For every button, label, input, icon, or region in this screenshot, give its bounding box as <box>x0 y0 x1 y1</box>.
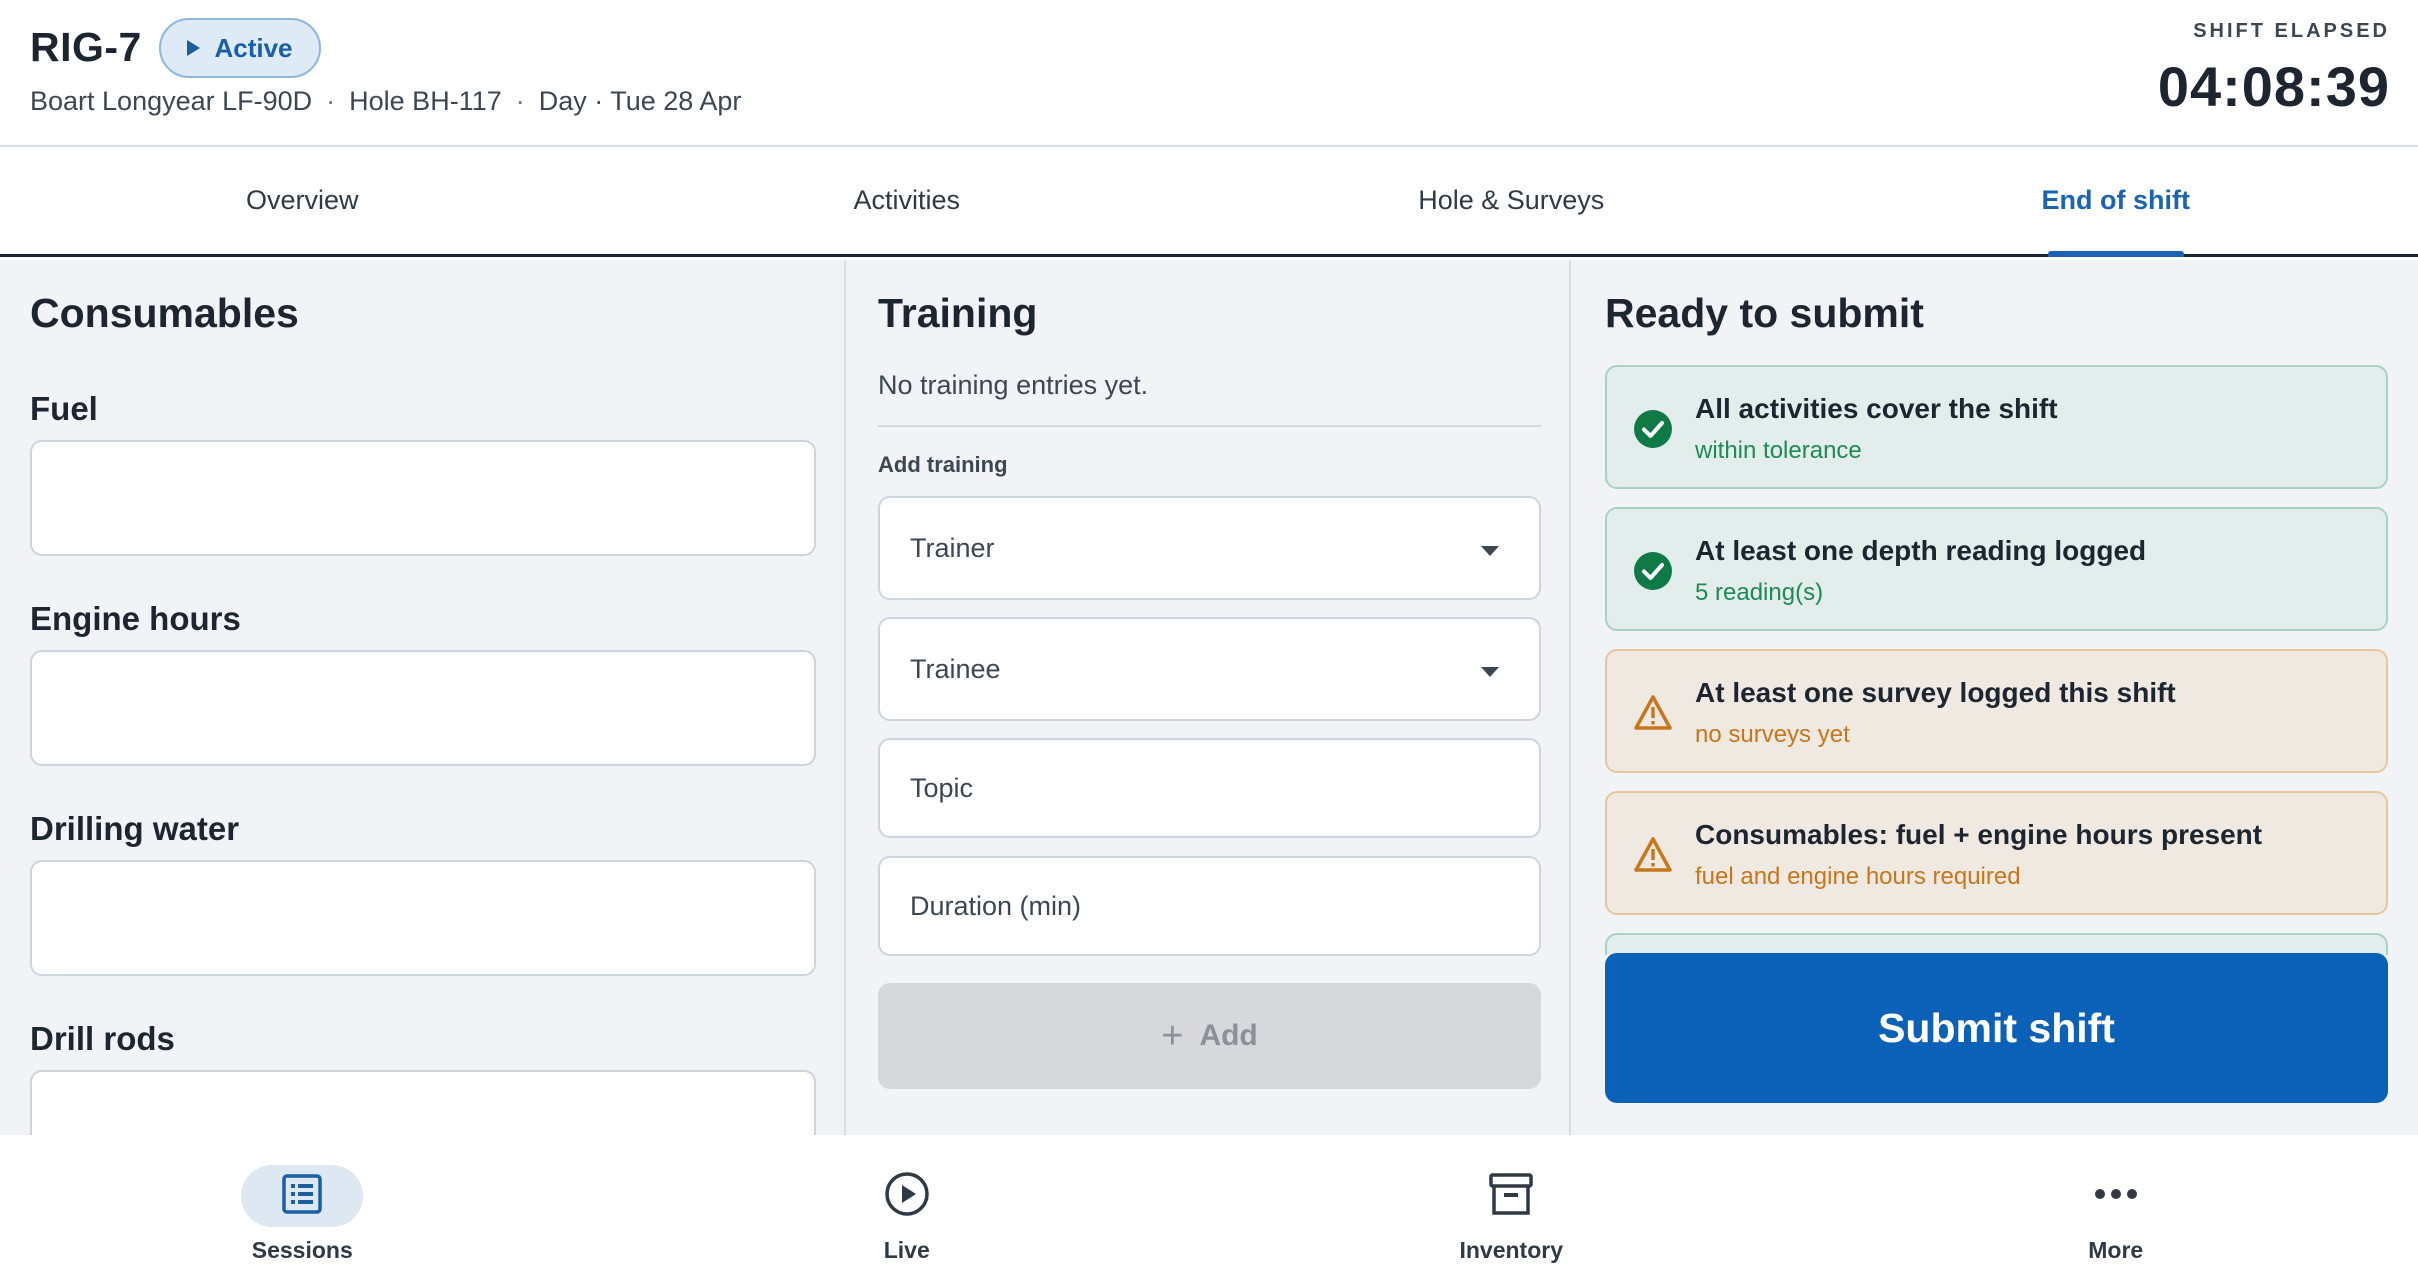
active-tab-indicator <box>2047 251 2184 257</box>
check-depth-reading: At least one depth reading logged 5 read… <box>1605 507 2388 631</box>
drill-rods-label: Drill rods <box>30 1020 175 1057</box>
bottom-nav: Sessions Live Inventory More <box>0 1135 2418 1278</box>
add-training-button[interactable]: + Add <box>878 983 1541 1089</box>
nav-icon-pill <box>1450 1165 1572 1227</box>
chevron-down-icon <box>1481 546 1499 556</box>
check-title: Consumables: fuel + engine hours present <box>1695 819 2263 850</box>
tab-bar: Overview Activities Hole & Surveys End o… <box>0 147 2418 257</box>
nav-label: Sessions <box>251 1237 353 1263</box>
submit-shift-button[interactable]: Submit shift <box>1605 953 2388 1103</box>
nav-label: Live <box>883 1237 930 1263</box>
add-training-label: Add training <box>878 452 1008 477</box>
rig-title: RIG-7 <box>30 24 142 70</box>
check-detail: no surveys yet <box>1695 721 1850 748</box>
shift-subline: Boart Longyear LF-90D · Hole BH-117 · Day · … <box>30 86 741 117</box>
separator: · <box>326 86 336 116</box>
check-detail: 5 reading(s) <box>1695 579 1824 606</box>
training-panel: Training No training entries yet. Add tr… <box>848 260 1571 1135</box>
nav-icon-pill <box>241 1165 364 1227</box>
nav-icon-pill <box>2055 1165 2177 1227</box>
app-header: RIG-7 Active Boart Longyear LF-90D · Hole … <box>0 0 2418 147</box>
play-icon <box>187 40 201 56</box>
tab-overview[interactable]: Overview <box>0 147 605 254</box>
separator: · <box>515 86 525 116</box>
more-dots-icon <box>2094 1187 2138 1205</box>
training-title: Training <box>878 290 1038 336</box>
nav-live[interactable]: Live <box>605 1135 1210 1278</box>
trainee-select[interactable]: Trainee <box>878 617 1541 721</box>
trainee-placeholder: Trainee <box>910 653 1001 684</box>
tab-end-of-shift[interactable]: End of shift <box>1814 147 2418 257</box>
fuel-label: Fuel <box>30 390 98 427</box>
shift-date: Day · Tue 28 Apr <box>538 86 742 116</box>
check-title: At least one survey logged this shift <box>1695 677 2176 708</box>
chevron-down-icon <box>1481 667 1499 677</box>
nav-more[interactable]: More <box>1814 1135 2418 1278</box>
check-circle-icon <box>1633 409 1673 449</box>
check-title: All activities cover the shift <box>1695 393 2058 424</box>
check-consumables-present: Consumables: fuel + engine hours present… <box>1605 791 2388 915</box>
drilling-water-input[interactable] <box>30 860 816 976</box>
topic-placeholder: Topic <box>910 772 974 803</box>
status-label: Active <box>214 32 293 63</box>
list-icon <box>281 1173 323 1220</box>
tab-activities[interactable]: Activities <box>605 147 1210 254</box>
duration-placeholder: Duration (min) <box>910 890 1082 921</box>
check-activities-cover: All activities cover the shift within to… <box>1605 365 2388 489</box>
engine-hours-input[interactable] <box>30 650 816 766</box>
warning-triangle-icon <box>1633 835 1673 875</box>
nav-label: More <box>2088 1237 2144 1263</box>
nav-sessions[interactable]: Sessions <box>0 1135 605 1278</box>
fuel-input[interactable] <box>30 440 816 556</box>
hole-id: Hole BH-117 <box>349 86 502 116</box>
duration-input[interactable]: Duration (min) <box>878 856 1541 956</box>
status-badge[interactable]: Active <box>159 18 321 78</box>
check-detail: fuel and engine hours required <box>1695 863 2021 890</box>
consumables-panel[interactable]: Consumables Fuel Engine hours Drilling w… <box>0 260 846 1135</box>
check-card-partial <box>1605 933 2388 955</box>
plus-icon: + <box>1161 1015 1184 1057</box>
topic-input[interactable]: Topic <box>878 738 1541 838</box>
elapsed-timer: 04:08:39 <box>2157 55 2390 118</box>
main-content: Consumables Fuel Engine hours Drilling w… <box>0 260 2418 1135</box>
submit-panel: Ready to submit All activities cover the… <box>1573 260 2418 1135</box>
checks-list[interactable]: All activities cover the shift within to… <box>1605 365 2388 955</box>
check-circle-icon <box>1633 551 1673 591</box>
divider <box>878 425 1541 427</box>
nav-label: Inventory <box>1459 1237 1564 1263</box>
drill-rods-input[interactable] <box>30 1070 816 1135</box>
check-survey-logged: At least one survey logged this shift no… <box>1605 649 2388 773</box>
trainer-placeholder: Trainer <box>910 532 995 563</box>
training-empty-note: No training entries yet. <box>878 370 1149 400</box>
archive-box-icon <box>1488 1171 1534 1222</box>
play-circle-icon <box>884 1171 930 1222</box>
check-title: At least one depth reading logged <box>1695 535 2147 566</box>
check-detail: within tolerance <box>1695 437 1862 464</box>
nav-icon-pill <box>846 1165 968 1227</box>
elapsed-label: SHIFT ELAPSED <box>2193 20 2390 42</box>
drilling-water-label: Drilling water <box>30 810 240 847</box>
trainer-select[interactable]: Trainer <box>878 496 1541 600</box>
nav-inventory[interactable]: Inventory <box>1209 1135 1814 1278</box>
consumables-title: Consumables <box>30 290 299 336</box>
warning-triangle-icon <box>1633 693 1673 733</box>
machine-name: Boart Longyear LF-90D <box>30 86 313 116</box>
add-button-label: Add <box>1199 1019 1258 1052</box>
tab-hole-surveys[interactable]: Hole & Surveys <box>1209 147 1814 254</box>
ready-title: Ready to submit <box>1605 290 1924 336</box>
engine-hours-label: Engine hours <box>30 600 241 637</box>
